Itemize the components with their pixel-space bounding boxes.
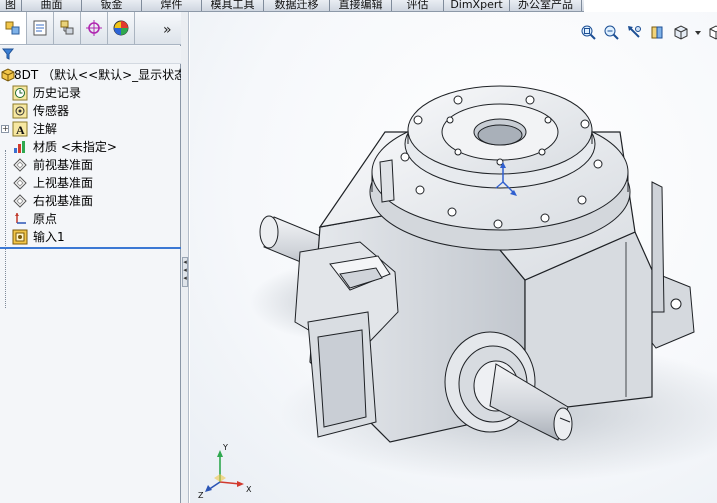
material-icon <box>14 141 25 153</box>
triad-z-label: Z <box>198 491 204 500</box>
tree-root[interactable]: 8DT （默认<<默认>_显示状态 <box>0 66 186 84</box>
tree-item-label: 右视基准面 <box>33 194 94 208</box>
command-tab-label: 直接编辑 <box>338 0 383 11</box>
panel-more-button[interactable]: » <box>163 22 172 38</box>
3d-model-indexer[interactable] <box>190 12 717 503</box>
panel-splitter[interactable]: ◂ ◂ ◂ <box>181 12 189 503</box>
filter-bar <box>0 46 181 64</box>
history-icon <box>12 85 28 101</box>
tree-item-sensors[interactable]: 传感器 <box>0 102 181 120</box>
tree-root-label: 8DT （默认<<默认>_显示状态 <box>14 68 187 82</box>
featuremanager-tab[interactable] <box>0 12 27 44</box>
tree-item-label: 材质 <未指定> <box>33 140 117 154</box>
tree-item-top-plane[interactable]: 上视基准面 <box>0 174 181 192</box>
command-tab[interactable]: 曲面 <box>22 0 82 11</box>
tree-item-material[interactable]: 材质 <未指定> <box>0 138 181 156</box>
tree-item-label: 原点 <box>33 212 58 226</box>
tree-item-label: 历史记录 <box>33 86 82 100</box>
command-tab[interactable]: 图 <box>0 0 22 11</box>
zoom-to-area-icon <box>604 25 619 40</box>
filter-icon[interactable] <box>2 48 14 60</box>
command-manager-tabs: 图 曲面 钣金 焊件 模具工具 数据迁移 直接编辑 评估 DimXpert 办公室产品 <box>0 0 584 12</box>
previous-view-icon <box>628 25 641 38</box>
triad-x-label: X <box>246 485 252 494</box>
command-tab-label: 数据迁移 <box>274 0 319 11</box>
plane-icon <box>13 158 27 172</box>
plane-icon <box>13 176 27 190</box>
configuration-icon <box>60 20 74 35</box>
tree-item-label: 前视基准面 <box>33 158 94 172</box>
grip-arrow-icon: ◂ <box>183 266 187 274</box>
display-manager-tab[interactable] <box>108 12 135 44</box>
imported-body-icon <box>12 229 28 245</box>
feature-tree-icon <box>5 21 20 35</box>
zoom-to-fit-button[interactable] <box>578 22 599 42</box>
command-tab-label: 办公室产品 <box>518 0 573 11</box>
tree-item-label: 传感器 <box>33 104 70 118</box>
appearance-icon <box>113 20 129 36</box>
command-tab-label: 模具工具 <box>210 0 255 11</box>
manager-tab-bar: » <box>0 12 181 45</box>
rotary-table <box>369 85 631 251</box>
display-style-button[interactable] <box>705 22 717 42</box>
command-tab-label: 曲面 <box>40 0 63 11</box>
property-manager-icon <box>33 20 47 36</box>
plane-icon <box>13 194 27 208</box>
command-tab-label: DimXpert <box>450 0 503 11</box>
heads-up-view-toolbar <box>578 21 717 43</box>
zoom-to-area-button[interactable] <box>601 22 622 42</box>
dimxpert-icon <box>86 20 102 36</box>
origin-icon <box>15 213 26 224</box>
expand-toggle[interactable]: + <box>1 125 9 133</box>
command-tab-label: 评估 <box>406 0 429 11</box>
collapse-panel-handle[interactable]: ◂ ◂ ◂ <box>182 257 188 287</box>
view-orientation-button[interactable] <box>670 22 691 42</box>
svg-text:A: A <box>16 123 25 137</box>
previous-view-button[interactable] <box>624 22 645 42</box>
command-tab[interactable]: 直接编辑 <box>330 0 392 11</box>
reference-triad: Y X Z <box>198 443 252 500</box>
view-orientation-dropdown[interactable] <box>693 22 703 42</box>
tree-item-origin[interactable]: 原点 <box>0 210 181 228</box>
dimxpert-manager-tab[interactable] <box>81 12 108 44</box>
triad-y-label: Y <box>222 443 228 452</box>
command-tab-label: 钣金 <box>100 0 123 11</box>
command-tab[interactable]: 焊件 <box>142 0 202 11</box>
command-tab[interactable]: 钣金 <box>82 0 142 11</box>
tree-item-label: 上视基准面 <box>33 176 94 190</box>
command-tab-label: 图 <box>5 0 16 11</box>
propertymanager-tab[interactable] <box>27 12 54 44</box>
graphics-area[interactable]: Y X Z <box>190 12 717 503</box>
tree-item-imported-1[interactable]: 输入1 <box>0 228 181 246</box>
grip-arrow-icon: ◂ <box>183 258 187 266</box>
command-tab[interactable]: DimXpert <box>444 0 510 11</box>
configurationmanager-tab[interactable] <box>54 12 81 44</box>
section-view-button[interactable] <box>647 22 668 42</box>
tree-item-label: 输入1 <box>33 230 65 244</box>
tree-item-right-plane[interactable]: 右视基准面 <box>0 192 181 210</box>
command-tab[interactable]: 模具工具 <box>202 0 264 11</box>
command-tab[interactable]: 办公室产品 <box>510 0 582 11</box>
grip-arrow-icon: ◂ <box>183 274 187 282</box>
command-tab[interactable]: 评估 <box>392 0 444 11</box>
tree-item-annotations[interactable]: + A 注解 <box>0 120 181 138</box>
tree-item-history[interactable]: 历史记录 <box>0 84 181 102</box>
command-tab[interactable]: 数据迁移 <box>264 0 330 11</box>
zoom-to-fit-icon <box>581 25 596 40</box>
section-view-icon <box>651 26 663 38</box>
view-orientation-icon <box>674 24 688 40</box>
tree-item-front-plane[interactable]: 前视基准面 <box>0 156 181 174</box>
dropdown-arrow-icon <box>695 30 701 35</box>
panel-divider <box>0 247 181 249</box>
tree-item-label: 注解 <box>33 122 58 136</box>
sensor-icon <box>12 103 28 119</box>
display-style-icon <box>709 24 717 40</box>
command-tab-label: 焊件 <box>160 0 183 11</box>
annotation-icon: A <box>12 121 28 137</box>
